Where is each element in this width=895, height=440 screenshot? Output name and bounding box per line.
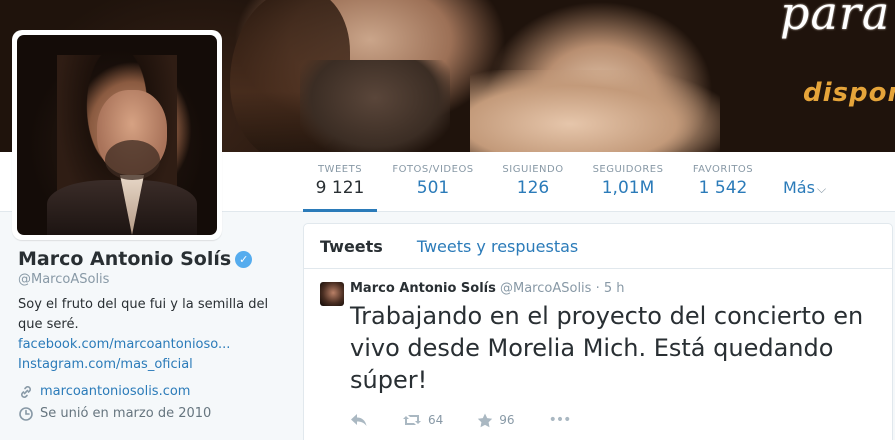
favorite-count: 96: [499, 413, 515, 427]
profile-joined-row: Se unió en marzo de 2010: [18, 403, 288, 425]
clock-icon: [19, 407, 33, 421]
avatar-beard-shape: [105, 140, 160, 180]
retweet-count: 64: [428, 413, 444, 427]
nav-stat-label: FOTOS/VIDEOS: [392, 164, 474, 175]
tab-tweets[interactable]: Tweets: [320, 237, 383, 256]
tweet-timestamp[interactable]: 5 h: [604, 281, 625, 296]
favorite-button[interactable]: 96: [477, 413, 515, 428]
nav-stat-label: SIGUIENDO: [502, 164, 564, 175]
banner-text-line2: dispon: [803, 78, 895, 108]
profile-handle[interactable]: @MarcoASolis: [18, 272, 288, 287]
banner-text-line1: para: [780, 0, 891, 40]
nav-stat-value: 9 121: [315, 178, 365, 198]
more-label: Más: [783, 178, 815, 197]
nav-stat-following[interactable]: SIGUIENDO 126: [497, 152, 569, 212]
tweet-author-name[interactable]: Marco Antonio Solís: [350, 281, 496, 296]
tweet-author-avatar[interactable]: [320, 282, 344, 306]
reply-button[interactable]: [350, 413, 368, 427]
nav-stat-photos-videos[interactable]: FOTOS/VIDEOS 501: [390, 152, 476, 212]
tweet-item[interactable]: Marco Antonio Solís @MarcoASolis · 5 h T…: [304, 269, 892, 430]
tweet-header: Marco Antonio Solís @MarcoASolis · 5 h: [350, 281, 876, 296]
nav-stat-value: 501: [416, 178, 450, 198]
timeline-tabs: Tweets Tweets y respuestas: [304, 224, 892, 269]
avatar-shirt-shape: [47, 180, 197, 235]
profile-avatar[interactable]: [12, 30, 222, 240]
nav-stat-label: TWEETS: [317, 164, 363, 175]
nav-stat-label: SEGUIDORES: [592, 164, 664, 175]
nav-stat-favorites[interactable]: FAVORITOS 1 542: [689, 152, 757, 212]
profile-bio: Soy el fruto del que fui y la semilla de…: [18, 297, 269, 332]
profile-name[interactable]: Marco Antonio Solís: [18, 248, 231, 270]
nav-stat-value: 126: [516, 178, 550, 198]
profile-website-row: marcoantoniosolis.com: [18, 381, 288, 403]
retweet-button[interactable]: 64: [402, 413, 443, 427]
star-icon: [478, 413, 493, 427]
profile-meta: marcoantoniosolis.com Se unió en marzo d…: [18, 381, 288, 425]
profile-card: Marco Antonio Solís ✓ @MarcoASolis Soy el…: [18, 240, 288, 425]
profile-website-link[interactable]: marcoantoniosolis.com: [40, 381, 190, 403]
more-options-button[interactable]: •••: [549, 412, 572, 428]
nav-stat-value: 1,01M: [601, 178, 655, 198]
profile-link-instagram[interactable]: Instagram.com/mas_oficial: [18, 355, 288, 375]
tweet-text: Trabajando en el proyecto del concierto …: [350, 302, 864, 394]
nav-stat-label: FAVORITOS: [692, 164, 754, 175]
banner-hand-shape: [470, 70, 720, 152]
link-icon: [21, 386, 31, 398]
more-menu-button[interactable]: Más ⌵: [783, 178, 826, 197]
reply-icon: [351, 414, 367, 426]
banner-beard-shape: [300, 60, 450, 152]
chevron-down-icon: ⌵: [816, 182, 827, 196]
retweet-icon: [403, 415, 421, 425]
nav-stat-followers[interactable]: SEGUIDORES 1,01M: [590, 152, 666, 212]
tab-tweets-and-replies[interactable]: Tweets y respuestas: [417, 237, 578, 256]
nav-stat-value: 1 542: [698, 178, 748, 198]
avatar-image: [17, 35, 217, 235]
nav-stat-tweets[interactable]: TWEETS 9 121: [303, 152, 377, 212]
tweet-author-handle[interactable]: @MarcoASolis: [500, 281, 591, 296]
verified-badge-icon: ✓: [235, 251, 253, 268]
tweet-separator: ·: [595, 281, 600, 296]
tweet-actions: 64 96 •••: [350, 410, 876, 430]
profile-link-facebook[interactable]: facebook.com/marcoantonioso...: [18, 335, 288, 355]
profile-joined-date: Se unió en marzo de 2010: [40, 406, 212, 421]
timeline-panel: Tweets Tweets y respuestas Marco Antonio…: [303, 223, 893, 440]
